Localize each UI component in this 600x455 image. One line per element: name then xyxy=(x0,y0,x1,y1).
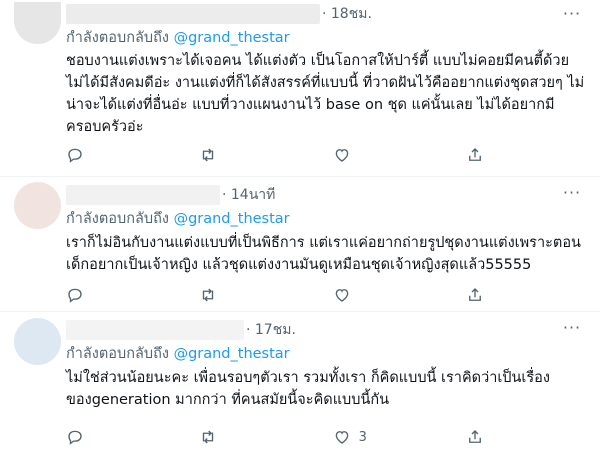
reply-prefix: กำลังตอบกลับถึง xyxy=(66,30,169,46)
like-count: 3 xyxy=(358,429,367,445)
tweet-header: · 17ชม. xyxy=(66,320,296,340)
share-button[interactable] xyxy=(466,427,506,447)
reply-context: กำลังตอบกลับถึง @grand_thestar xyxy=(66,342,290,365)
retweet-button[interactable] xyxy=(199,285,239,305)
reply-icon xyxy=(68,288,82,303)
timestamp[interactable]: · 18ชม. xyxy=(322,3,372,25)
reply-handle-link[interactable]: @grand_thestar xyxy=(174,30,290,46)
tweet-actions xyxy=(66,145,506,165)
like-icon xyxy=(335,149,348,162)
like-icon xyxy=(335,289,348,302)
share-button[interactable] xyxy=(466,285,506,305)
share-button[interactable] xyxy=(466,145,506,165)
reply-context: กำลังตอบกลับถึง @grand_thestar xyxy=(66,207,290,230)
share-icon xyxy=(469,430,481,443)
reply-button[interactable] xyxy=(66,427,106,447)
redacted-author-name[interactable] xyxy=(66,4,320,24)
tweet-text: เราก็ไม่อินกับงานแต่งแบบที่เป็นพิธีการ แ… xyxy=(66,235,581,273)
reply-icon xyxy=(68,430,82,445)
reply-prefix: กำลังตอบกลับถึง xyxy=(66,211,169,227)
reply-handle-link[interactable]: @grand_thestar xyxy=(174,211,290,227)
retweet-button[interactable] xyxy=(199,427,239,447)
tweet-3[interactable]: · 17ชม. ··· กำลังตอบกลับถึง @grand_thest… xyxy=(0,312,600,455)
timestamp[interactable]: · 14นาที xyxy=(222,184,275,206)
share-icon xyxy=(469,148,481,161)
retweet-icon xyxy=(203,288,214,302)
like-button[interactable] xyxy=(333,145,373,165)
more-options-icon[interactable]: ··· xyxy=(560,320,584,340)
avatar[interactable] xyxy=(14,182,61,229)
tweet-actions: 3 xyxy=(66,427,506,447)
more-options-icon[interactable]: ··· xyxy=(560,6,584,26)
retweet-button[interactable] xyxy=(199,145,239,165)
like-button[interactable]: 3 xyxy=(333,427,373,447)
tweet-text: ชอบงานแต่งเพราะได้เจอคน ได้แต่งตัว เป็นโ… xyxy=(66,53,585,135)
tweet-1[interactable]: · 18ชม. ··· กำลังตอบกลับถึง @grand_thest… xyxy=(0,0,600,177)
avatar[interactable] xyxy=(14,318,61,365)
reply-context: กำลังตอบกลับถึง @grand_thestar xyxy=(66,26,290,49)
tweet-text: ไม่ใช่ส่วนน้อยนะคะ เพื่อนรอบๆตัวเรา รวมท… xyxy=(66,370,550,408)
tweet-actions xyxy=(66,285,506,305)
reply-icon xyxy=(68,148,82,163)
more-options-icon[interactable]: ··· xyxy=(560,185,584,205)
like-button[interactable] xyxy=(333,285,373,305)
reply-prefix: กำลังตอบกลับถึง xyxy=(66,346,169,362)
tweet-header: · 18ชม. xyxy=(66,4,372,24)
tweet-2[interactable]: · 14นาที ··· กำลังตอบกลับถึง @grand_thes… xyxy=(0,177,600,312)
tweet-header: · 14นาที xyxy=(66,185,275,205)
redacted-author-name[interactable] xyxy=(66,320,244,340)
timestamp[interactable]: · 17ชม. xyxy=(246,319,296,341)
reply-button[interactable] xyxy=(66,285,106,305)
share-icon xyxy=(469,288,481,301)
retweet-icon xyxy=(203,148,214,162)
reply-button[interactable] xyxy=(66,145,106,165)
like-icon xyxy=(335,431,348,444)
avatar[interactable] xyxy=(14,2,61,44)
retweet-icon xyxy=(203,430,214,444)
redacted-author-name[interactable] xyxy=(66,185,220,205)
reply-handle-link[interactable]: @grand_thestar xyxy=(174,346,290,362)
